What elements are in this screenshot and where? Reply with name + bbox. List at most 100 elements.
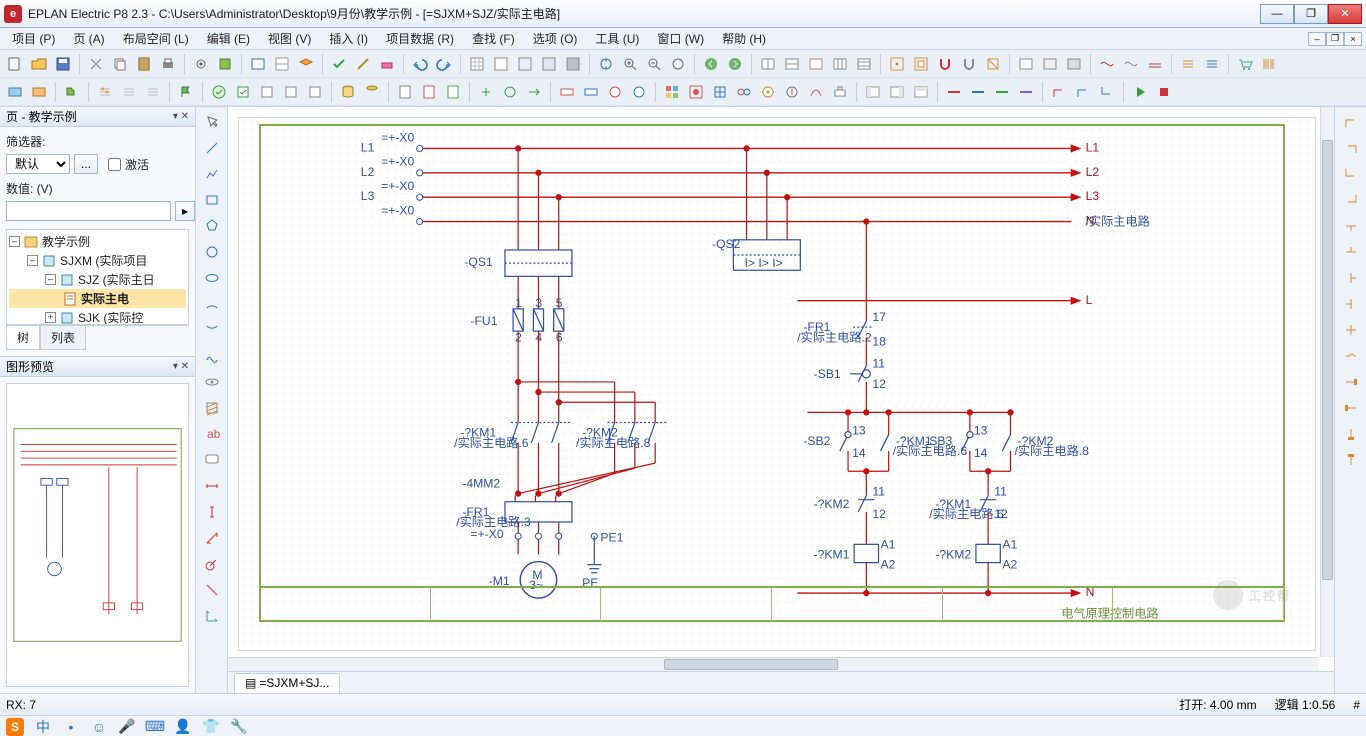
- tb2-comp-c-icon[interactable]: [604, 81, 626, 103]
- tool-dim-r-icon[interactable]: [200, 553, 224, 575]
- tb2-comp-a-icon[interactable]: [556, 81, 578, 103]
- tb-table-c-icon[interactable]: [805, 53, 827, 75]
- tb-refresh-icon[interactable]: [595, 53, 617, 75]
- tb-zoom-in-icon[interactable]: [619, 53, 641, 75]
- tb-grid-d-icon[interactable]: [538, 53, 560, 75]
- tray-user-icon[interactable]: 👤: [174, 718, 192, 736]
- tb2-wire-blue-icon[interactable]: [967, 81, 989, 103]
- tb2-cluster-6-icon[interactable]: i: [781, 81, 803, 103]
- tb-save-icon[interactable]: [52, 53, 74, 75]
- tb2-cluster-3-icon[interactable]: [709, 81, 731, 103]
- tb-paste-icon[interactable]: [133, 53, 155, 75]
- menu-view[interactable]: 视图 (V): [260, 28, 319, 49]
- tool-dim-d-icon[interactable]: [200, 579, 224, 601]
- tb-zoom-fit-icon[interactable]: [667, 53, 689, 75]
- tb2-run-icon[interactable]: [1129, 81, 1151, 103]
- tool-rect-icon[interactable]: [200, 189, 224, 211]
- tb2-panel-b-icon[interactable]: [886, 81, 908, 103]
- rt-angle-1-icon[interactable]: [1339, 111, 1363, 133]
- tb2-wire-green-icon[interactable]: [991, 81, 1013, 103]
- tb-sheet-icon[interactable]: [271, 53, 293, 75]
- tray-lang-icon[interactable]: 中: [34, 718, 52, 736]
- tab-tree[interactable]: 树: [6, 326, 40, 350]
- tb2-db-icon[interactable]: [337, 81, 359, 103]
- tb-grid-e-icon[interactable]: [562, 53, 584, 75]
- tb2-check-c-icon[interactable]: [256, 81, 278, 103]
- tb-view-b-icon[interactable]: [1039, 53, 1061, 75]
- rt-jump-icon[interactable]: [1339, 345, 1363, 367]
- tb2-check-a-icon[interactable]: [208, 81, 230, 103]
- tb-macro-icon[interactable]: [247, 53, 269, 75]
- rt-end-u-icon[interactable]: [1339, 449, 1363, 471]
- tb-zoom-out-icon[interactable]: [643, 53, 665, 75]
- menu-project[interactable]: 项目 (P): [4, 28, 63, 49]
- drawing-canvas[interactable]: L1 L2 L3 N /实际主电路 L N L1L2L3 =+-X0 =+-X0…: [238, 117, 1316, 651]
- tool-axis-icon[interactable]: [200, 605, 224, 627]
- mdi-restore-button[interactable]: ❐: [1326, 32, 1344, 46]
- tray-wrench-icon[interactable]: 🔧: [230, 718, 248, 736]
- tray-face-icon[interactable]: ☺: [90, 718, 108, 736]
- tool-select-icon[interactable]: [200, 111, 224, 133]
- menu-layout[interactable]: 布局空间 (L): [115, 28, 197, 49]
- tb2-doc-b-icon[interactable]: [418, 81, 440, 103]
- menu-find[interactable]: 查找 (F): [464, 28, 523, 49]
- tray-shirt-icon[interactable]: 👕: [202, 718, 220, 736]
- rt-tee-2-icon[interactable]: [1339, 241, 1363, 263]
- menu-options[interactable]: 选项 (O): [525, 28, 586, 49]
- rt-tee-1-icon[interactable]: [1339, 215, 1363, 237]
- tb2-cluster-1-icon[interactable]: [661, 81, 683, 103]
- rt-angle-3-icon[interactable]: [1339, 163, 1363, 185]
- vertical-scrollbar[interactable]: [1320, 107, 1334, 657]
- menu-page[interactable]: 页 (A): [65, 28, 112, 49]
- tb2-slider3-icon[interactable]: [142, 81, 164, 103]
- tb2-corner-c-icon[interactable]: [1096, 81, 1118, 103]
- tb2-puzzle-icon[interactable]: [61, 81, 83, 103]
- rt-tee-3-icon[interactable]: [1339, 267, 1363, 289]
- tb2-b-icon[interactable]: [28, 81, 50, 103]
- tb2-check-d-icon[interactable]: [280, 81, 302, 103]
- tb2-doc-c-icon[interactable]: [442, 81, 464, 103]
- tb2-cluster-5-icon[interactable]: [757, 81, 779, 103]
- tb-new-icon[interactable]: [4, 53, 26, 75]
- tb-layers-icon[interactable]: [295, 53, 317, 75]
- tb2-cluster-7-icon[interactable]: [805, 81, 827, 103]
- tool-circle-icon[interactable]: [200, 241, 224, 263]
- preview-thumbnail[interactable]: [6, 383, 189, 687]
- tb-magnet2-icon[interactable]: [958, 53, 980, 75]
- tb2-a-icon[interactable]: [4, 81, 26, 103]
- tool-dim-a-icon[interactable]: [200, 527, 224, 549]
- tb2-corner-b-icon[interactable]: [1072, 81, 1094, 103]
- tb-print-icon[interactable]: [157, 53, 179, 75]
- tab-list[interactable]: 列表: [40, 326, 86, 350]
- tb-cart-icon[interactable]: [1234, 53, 1256, 75]
- tb-nav-prev-icon[interactable]: [700, 53, 722, 75]
- project-tree[interactable]: – 教学示例 – SJXM (实际项目 – SJZ (实际主日: [6, 229, 189, 325]
- tray-dot-icon[interactable]: •: [62, 718, 80, 736]
- tb2-flag-green-icon[interactable]: [175, 81, 197, 103]
- rt-end-l-icon[interactable]: [1339, 371, 1363, 393]
- rt-angle-2-icon[interactable]: [1339, 137, 1363, 159]
- canvas-scroll[interactable]: L1 L2 L3 N /实际主电路 L N L1L2L3 =+-X0 =+-X0…: [228, 107, 1334, 671]
- expand-icon[interactable]: +: [45, 312, 56, 323]
- tb-check-icon[interactable]: [328, 53, 350, 75]
- tree-node-page-selected[interactable]: 实际主电: [9, 289, 186, 308]
- tb-settings-gear-icon[interactable]: [190, 53, 212, 75]
- rt-end-r-icon[interactable]: [1339, 397, 1363, 419]
- tool-eye-icon[interactable]: [200, 371, 224, 393]
- tb-cut-icon[interactable]: [85, 53, 107, 75]
- tree-node-sjz[interactable]: – SJZ (实际主日: [9, 270, 186, 289]
- tool-polyline-icon[interactable]: [200, 163, 224, 185]
- menu-help[interactable]: 帮助 (H): [714, 28, 774, 49]
- tb-nav-next-icon[interactable]: [724, 53, 746, 75]
- tree-node-sjk[interactable]: + SJK (实际控: [9, 308, 186, 325]
- tb-magnet-icon[interactable]: [934, 53, 956, 75]
- close-button[interactable]: ✕: [1328, 4, 1362, 24]
- tool-spline-icon[interactable]: [200, 345, 224, 367]
- minimize-button[interactable]: —: [1260, 4, 1294, 24]
- tb-eraser-icon[interactable]: [376, 53, 398, 75]
- tb2-cluster-2-icon[interactable]: [685, 81, 707, 103]
- tool-line-icon[interactable]: [200, 137, 224, 159]
- tool-text-icon[interactable]: ab: [200, 423, 224, 445]
- tb-snap-grid-icon[interactable]: [886, 53, 908, 75]
- tb-plugin-icon[interactable]: [214, 53, 236, 75]
